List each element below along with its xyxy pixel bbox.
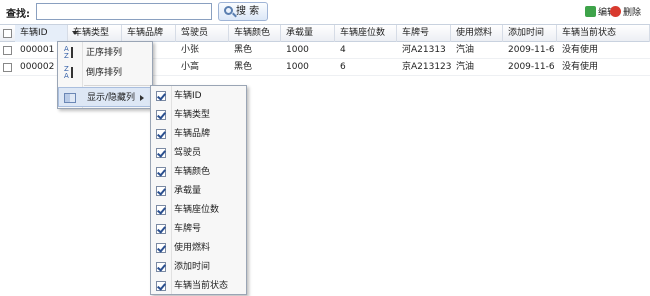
- checkbox-icon[interactable]: [156, 224, 166, 234]
- search-button[interactable]: 搜 索: [218, 2, 268, 21]
- checkbox-icon[interactable]: [156, 205, 166, 215]
- submenu-arrow-icon: [140, 95, 144, 101]
- col-header-plate[interactable]: 车牌号: [397, 25, 451, 42]
- sort-asc-item[interactable]: AZ 正序排列: [58, 43, 152, 63]
- col-header-added[interactable]: 添加时间: [503, 25, 557, 42]
- edit-icon: [585, 6, 596, 17]
- col-header-brand[interactable]: 车辆品牌: [122, 25, 176, 42]
- toggle-column-item[interactable]: 车辆品牌: [151, 124, 246, 144]
- checkbox-icon[interactable]: [156, 186, 166, 196]
- toggle-column-item[interactable]: 驾驶员: [151, 143, 246, 163]
- toggle-column-item[interactable]: 车辆类型: [151, 105, 246, 125]
- search-icon: [224, 6, 233, 15]
- checkbox-icon[interactable]: [156, 262, 166, 272]
- row-checkbox[interactable]: [3, 63, 12, 72]
- col-header-fuel[interactable]: 使用燃料: [451, 25, 503, 42]
- checkbox-icon[interactable]: [156, 148, 166, 158]
- col-header-status[interactable]: 车辆当前状态: [557, 25, 650, 42]
- col-header-capacity[interactable]: 承载量: [281, 25, 335, 42]
- col-header-color[interactable]: 车辆颜色: [229, 25, 281, 42]
- grid-header: 车辆ID 车辆类型 车辆品牌 驾驶员 车辆颜色 承载量 车辆座位数 车牌号 使用…: [0, 24, 650, 42]
- toggle-column-item[interactable]: 车辆当前状态: [151, 276, 246, 296]
- col-header-type[interactable]: 车辆类型: [68, 25, 122, 42]
- row-checkbox[interactable]: [3, 46, 12, 55]
- toolbar: 查找: 搜 索 编辑 删除: [0, 0, 650, 24]
- delete-button[interactable]: 删除: [610, 5, 641, 18]
- delete-icon: [610, 6, 621, 17]
- sort-desc-item[interactable]: ZA 倒序排列: [58, 63, 152, 83]
- checkbox-icon[interactable]: [156, 91, 166, 101]
- toggle-column-item[interactable]: 车牌号: [151, 219, 246, 239]
- toggle-column-item[interactable]: 车辆颜色: [151, 162, 246, 182]
- toggle-column-item[interactable]: 车辆座位数: [151, 200, 246, 220]
- search-label: 查找:: [6, 9, 30, 20]
- toggle-column-item[interactable]: 车辆ID: [151, 86, 246, 106]
- checkbox-icon[interactable]: [156, 110, 166, 120]
- select-all-checkbox[interactable]: [3, 29, 12, 38]
- checkbox-icon[interactable]: [156, 243, 166, 253]
- checkbox-icon[interactable]: [156, 281, 166, 291]
- checkbox-icon[interactable]: [156, 129, 166, 139]
- sort-desc-icon: ZA: [64, 66, 76, 80]
- toggle-column-item[interactable]: 使用燃料: [151, 238, 246, 258]
- sort-asc-icon: AZ: [64, 46, 76, 60]
- column-visibility-submenu: 车辆ID 车辆类型 车辆品牌 驾驶员 车辆颜色 承载量 车辆座位数 车牌号 使用…: [150, 85, 247, 295]
- toggle-column-item[interactable]: 承载量: [151, 181, 246, 201]
- col-header-driver[interactable]: 驾驶员: [176, 25, 229, 42]
- columns-icon: [64, 93, 76, 103]
- col-header-seats[interactable]: 车辆座位数: [335, 25, 397, 42]
- col-header-vehicle-id[interactable]: 车辆ID: [15, 25, 78, 42]
- search-input[interactable]: [36, 3, 212, 20]
- toggle-column-item[interactable]: 添加时间: [151, 257, 246, 277]
- checkbox-icon[interactable]: [156, 167, 166, 177]
- show-hide-columns-item[interactable]: 显示/隐藏列: [58, 87, 152, 107]
- column-menu: AZ 正序排列 ZA 倒序排列 显示/隐藏列: [57, 41, 153, 109]
